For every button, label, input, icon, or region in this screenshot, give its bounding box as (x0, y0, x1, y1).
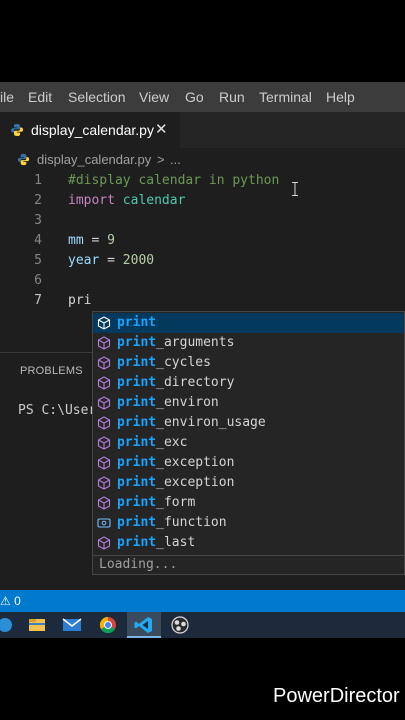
loading-text: Loading... (99, 557, 178, 572)
code-line-1: #display calendar in python (68, 173, 279, 188)
suggestion-label: print (117, 315, 157, 330)
code-number: 2000 (122, 253, 155, 268)
suggestion-item[interactable]: print_directory (93, 373, 404, 393)
vscode-window: ile Edit Selection View Go Run Terminal … (0, 82, 405, 638)
line-number: 5 (34, 253, 42, 268)
method-cube-icon (97, 436, 111, 450)
suggestion-label: print_environ_usage (117, 415, 266, 430)
suggestion-label: print_exception (117, 455, 235, 470)
method-cube-icon (97, 456, 111, 470)
terminal-prompt[interactable]: PS C:\User (18, 403, 96, 418)
method-cube-icon (97, 416, 111, 430)
python-file-icon (17, 153, 30, 166)
method-cube-icon (97, 476, 111, 490)
suggestion-item[interactable]: print_exception (93, 453, 404, 473)
menu-help[interactable]: Help (326, 82, 355, 112)
menu-selection[interactable]: Selection (68, 82, 126, 112)
chrome-icon[interactable] (91, 612, 125, 638)
tab-problems[interactable]: PROBLEMS (20, 365, 83, 377)
suggestion-item[interactable]: print_environ (93, 393, 404, 413)
code-line-4: mm = 9 (68, 233, 115, 248)
autocomplete-dropdown[interactable]: print print_arguments print_cycles print… (92, 311, 405, 575)
suggestion-item[interactable]: print_environ_usage (93, 413, 404, 433)
line-number: 4 (34, 233, 42, 248)
suggestion-label: print_last (117, 535, 196, 550)
suggestion-item-selected[interactable]: print (93, 313, 404, 333)
suggestion-label: print_environ (117, 395, 219, 410)
editor-tab-bar: display_calendar.py ✕ (0, 112, 405, 148)
file-explorer-icon[interactable] (20, 612, 54, 638)
code-operator: = (83, 233, 108, 248)
breadcrumb-more[interactable]: ... (170, 148, 181, 172)
menu-terminal[interactable]: Terminal (259, 82, 312, 112)
suggestion-label: print_exc (117, 435, 188, 450)
suggestion-item[interactable]: print_exception (93, 473, 404, 493)
breadcrumb-file[interactable]: display_calendar.py (37, 148, 151, 172)
code-operator: = (99, 253, 123, 268)
vscode-icon[interactable] (127, 612, 161, 638)
code-typed-text: pri (68, 293, 92, 308)
suggestion-item[interactable]: print_function (93, 513, 404, 533)
tab-label: display_calendar.py (31, 122, 154, 138)
suggestion-label: print_cycles (117, 355, 211, 370)
breadcrumb: display_calendar.py > ... (0, 148, 405, 172)
line-number: 3 (34, 213, 42, 228)
menu-run[interactable]: Run (219, 82, 245, 112)
method-cube-icon (97, 496, 111, 510)
suggestion-item[interactable]: print_cycles (93, 353, 404, 373)
mail-icon[interactable] (55, 612, 89, 638)
text-cursor-icon (292, 182, 298, 196)
problems-count[interactable]: ⚠ 0 (0, 590, 21, 612)
chevron-right-icon: > (157, 152, 165, 167)
method-cube-icon (97, 336, 111, 350)
code-keyword: import (68, 193, 115, 208)
menu-file[interactable]: ile (0, 82, 14, 112)
line-number: 2 (34, 193, 42, 208)
suggestion-label: print_form (117, 495, 196, 510)
line-number: 1 (34, 173, 42, 188)
close-icon[interactable]: ✕ (155, 112, 168, 148)
variable-icon (97, 518, 111, 528)
code-line-7: pri (68, 293, 91, 308)
code-variable: mm (68, 233, 84, 248)
obs-icon[interactable] (163, 612, 197, 638)
python-file-icon (11, 124, 23, 136)
suggestion-item[interactable]: print_arguments (93, 333, 404, 353)
suggestion-item[interactable]: print_form (93, 493, 404, 513)
code-number: 9 (107, 233, 115, 248)
menu-go[interactable]: Go (185, 82, 204, 112)
suggestion-item[interactable]: print_last (93, 533, 404, 553)
code-comment: #display calendar in python (68, 173, 280, 188)
suggestion-label: print_directory (117, 375, 235, 390)
method-cube-icon (97, 316, 111, 330)
suggestion-item[interactable]: print_exc (93, 433, 404, 453)
method-cube-icon (97, 356, 111, 370)
line-number: 6 (34, 273, 42, 288)
method-cube-icon (97, 376, 111, 390)
suggestion-label: print_exception (117, 475, 235, 490)
status-bar: ⚠ 0 (0, 590, 405, 612)
windows-icon[interactable] (0, 612, 22, 638)
watermark: PowerDirector (273, 685, 400, 707)
windows-taskbar (0, 612, 405, 638)
code-module: calendar (122, 193, 186, 208)
line-number-active: 7 (34, 293, 42, 308)
tab-display-calendar[interactable]: display_calendar.py ✕ (0, 112, 180, 148)
code-line-5: year = 2000 (68, 253, 154, 268)
menu-edit[interactable]: Edit (28, 82, 52, 112)
suggestion-label: print_function (117, 515, 227, 530)
method-cube-icon (97, 396, 111, 410)
code-variable: year (68, 253, 100, 268)
menu-bar: ile Edit Selection View Go Run Terminal … (0, 82, 405, 112)
suggestion-label: print_arguments (117, 335, 235, 350)
method-cube-icon (97, 536, 111, 550)
menu-view[interactable]: View (139, 82, 169, 112)
code-line-2: import calendar (68, 193, 185, 208)
